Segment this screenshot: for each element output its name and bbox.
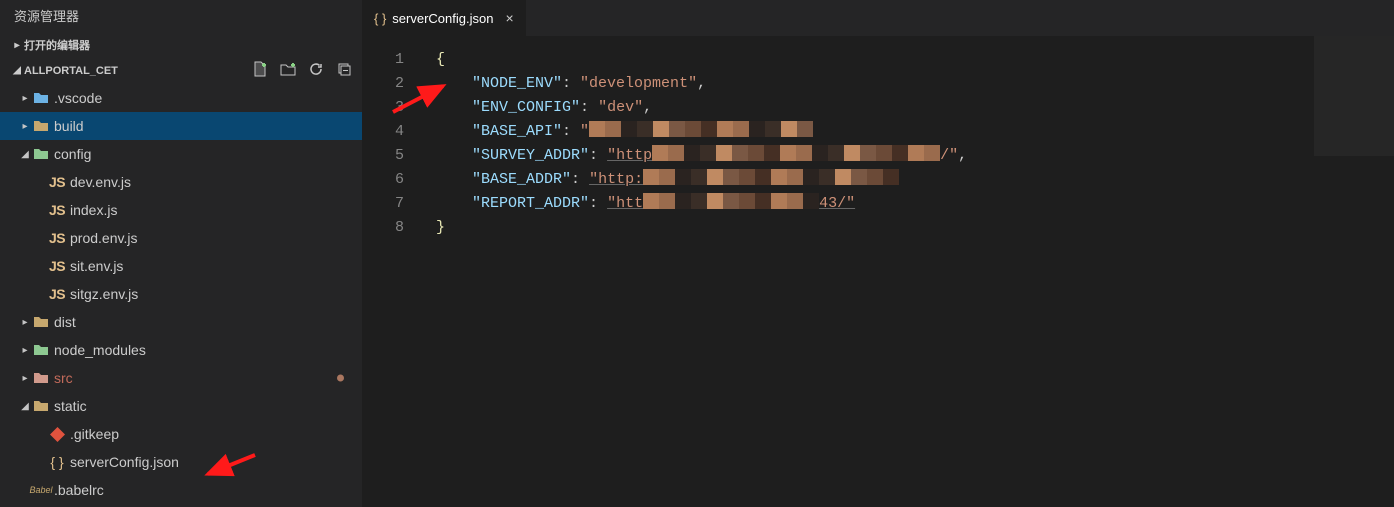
refresh-icon[interactable] bbox=[308, 61, 324, 80]
code-line-2[interactable]: "NODE_ENV": "development", bbox=[436, 72, 1394, 96]
project-name-label: ALLPORTAL_CET bbox=[24, 65, 118, 77]
code-line-4[interactable]: "BASE_API": " bbox=[436, 120, 1394, 144]
js-icon: JS bbox=[48, 230, 66, 246]
tree-item-label: sitgz.env.js bbox=[70, 286, 138, 302]
chevron-down-icon: ◢ bbox=[18, 401, 32, 412]
code-line-1[interactable]: { bbox=[436, 48, 1394, 72]
folder-icon bbox=[32, 315, 50, 329]
open-editors-label: 打开的编辑器 bbox=[24, 37, 90, 53]
redacted-block bbox=[643, 193, 819, 209]
folder-icon bbox=[32, 399, 50, 413]
tree-file-serverConfig.json[interactable]: { }serverConfig.json bbox=[0, 448, 362, 476]
tree-item-label: .babelrc bbox=[54, 482, 104, 498]
project-section-header[interactable]: ◢ ALLPORTAL_CET bbox=[0, 57, 362, 84]
folder-icon bbox=[32, 91, 50, 105]
code-line-3[interactable]: "ENV_CONFIG": "dev", bbox=[436, 96, 1394, 120]
chevron-down-icon: ◢ bbox=[18, 149, 32, 160]
line-numbers: 12345678 bbox=[362, 36, 418, 507]
tree-item-label: index.js bbox=[70, 202, 117, 218]
collapse-all-icon[interactable] bbox=[336, 61, 352, 80]
tree-file-prod.env.js[interactable]: JSprod.env.js bbox=[0, 224, 362, 252]
line-number: 5 bbox=[362, 144, 404, 168]
tree-item-label: sit.env.js bbox=[70, 258, 123, 274]
tab-label: serverConfig.json bbox=[392, 11, 493, 26]
folder-icon bbox=[32, 147, 50, 161]
open-editors-header[interactable]: ▸ 打开的编辑器 bbox=[0, 33, 362, 57]
tree-item-label: .gitkeep bbox=[70, 426, 119, 442]
code-content[interactable]: { "NODE_ENV": "development", "ENV_CONFIG… bbox=[418, 36, 1394, 507]
tree-folder-build[interactable]: ▸ build bbox=[0, 112, 362, 140]
tree-file-.gitkeep[interactable]: .gitkeep bbox=[0, 420, 362, 448]
minimap[interactable] bbox=[1314, 36, 1394, 507]
code-editor[interactable]: 12345678 { "NODE_ENV": "development", "E… bbox=[362, 36, 1394, 507]
tree-folder-config[interactable]: ◢ config bbox=[0, 140, 362, 168]
code-line-7[interactable]: "REPORT_ADDR": "htt43/" bbox=[436, 192, 1394, 216]
tree-file-sit.env.js[interactable]: JSsit.env.js bbox=[0, 252, 362, 280]
redacted-block bbox=[652, 145, 940, 161]
new-file-icon[interactable] bbox=[252, 61, 268, 80]
explorer-title: 资源管理器 bbox=[0, 0, 362, 33]
line-number: 2 bbox=[362, 72, 404, 96]
folder-icon bbox=[32, 343, 50, 357]
editor-area: { } serverConfig.json × 12345678 { "NODE… bbox=[362, 0, 1394, 507]
code-line-8[interactable]: } bbox=[436, 216, 1394, 240]
code-line-6[interactable]: "BASE_ADDR": "http: bbox=[436, 168, 1394, 192]
minimap-slider[interactable] bbox=[1314, 36, 1394, 156]
tab-serverconfig[interactable]: { } serverConfig.json × bbox=[362, 0, 527, 36]
line-number: 1 bbox=[362, 48, 404, 72]
tree-item-label: .vscode bbox=[54, 90, 102, 106]
folder-icon bbox=[32, 371, 50, 385]
tree-item-label: dist bbox=[54, 314, 76, 330]
js-icon: JS bbox=[48, 174, 66, 190]
folder-icon bbox=[32, 119, 50, 133]
tree-item-label: src bbox=[54, 370, 73, 386]
line-number: 4 bbox=[362, 120, 404, 144]
dirty-indicator-icon bbox=[337, 375, 344, 382]
new-folder-icon[interactable] bbox=[280, 61, 296, 80]
explorer-actions bbox=[252, 61, 356, 80]
tab-bar: { } serverConfig.json × bbox=[362, 0, 1394, 36]
tree-item-label: node_modules bbox=[54, 342, 146, 358]
chevron-right-icon: ▸ bbox=[18, 373, 32, 384]
js-icon: JS bbox=[48, 258, 66, 274]
redacted-block bbox=[589, 121, 813, 137]
tree-item-label: prod.env.js bbox=[70, 230, 137, 246]
json-icon: { } bbox=[374, 11, 386, 26]
line-number: 8 bbox=[362, 216, 404, 240]
tree-folder-static[interactable]: ◢ static bbox=[0, 392, 362, 420]
explorer-sidebar: 资源管理器 ▸ 打开的编辑器 ◢ ALLPORTAL_CET ▸ .vscode… bbox=[0, 0, 362, 507]
code-line-5[interactable]: "SURVEY_ADDR": "http/", bbox=[436, 144, 1394, 168]
chevron-right-icon: ▸ bbox=[18, 345, 32, 356]
tree-file-index.js[interactable]: JSindex.js bbox=[0, 196, 362, 224]
babel-icon: Babel bbox=[32, 485, 50, 495]
tree-folder-dist[interactable]: ▸ dist bbox=[0, 308, 362, 336]
tree-item-label: dev.env.js bbox=[70, 174, 131, 190]
tree-item-label: config bbox=[54, 146, 91, 162]
redacted-block bbox=[643, 169, 899, 185]
tree-file-sitgz.env.js[interactable]: JSsitgz.env.js bbox=[0, 280, 362, 308]
line-number: 6 bbox=[362, 168, 404, 192]
tree-item-label: build bbox=[54, 118, 84, 134]
chevron-right-icon: ▸ bbox=[18, 121, 32, 132]
line-number: 7 bbox=[362, 192, 404, 216]
tree-folder-src[interactable]: ▸ src bbox=[0, 364, 362, 392]
line-number: 3 bbox=[362, 96, 404, 120]
git-icon bbox=[48, 427, 66, 442]
close-icon[interactable]: × bbox=[505, 10, 513, 26]
js-icon: JS bbox=[48, 286, 66, 302]
chevron-right-icon: ▸ bbox=[18, 317, 32, 328]
tree-item-label: serverConfig.json bbox=[70, 454, 179, 470]
json-icon: { } bbox=[48, 454, 66, 470]
chevron-right-icon: ▸ bbox=[10, 40, 24, 51]
tree-folder-.vscode[interactable]: ▸ .vscode bbox=[0, 84, 362, 112]
js-icon: JS bbox=[48, 202, 66, 218]
chevron-down-icon: ◢ bbox=[10, 65, 24, 76]
tree-file-dev.env.js[interactable]: JSdev.env.js bbox=[0, 168, 362, 196]
chevron-right-icon: ▸ bbox=[18, 93, 32, 104]
tree-file-.babelrc[interactable]: Babel .babelrc bbox=[0, 476, 362, 504]
tree-folder-node_modules[interactable]: ▸ node_modules bbox=[0, 336, 362, 364]
file-tree: ▸ .vscode▸ build◢ configJSdev.env.jsJSin… bbox=[0, 84, 362, 507]
tree-item-label: static bbox=[54, 398, 87, 414]
